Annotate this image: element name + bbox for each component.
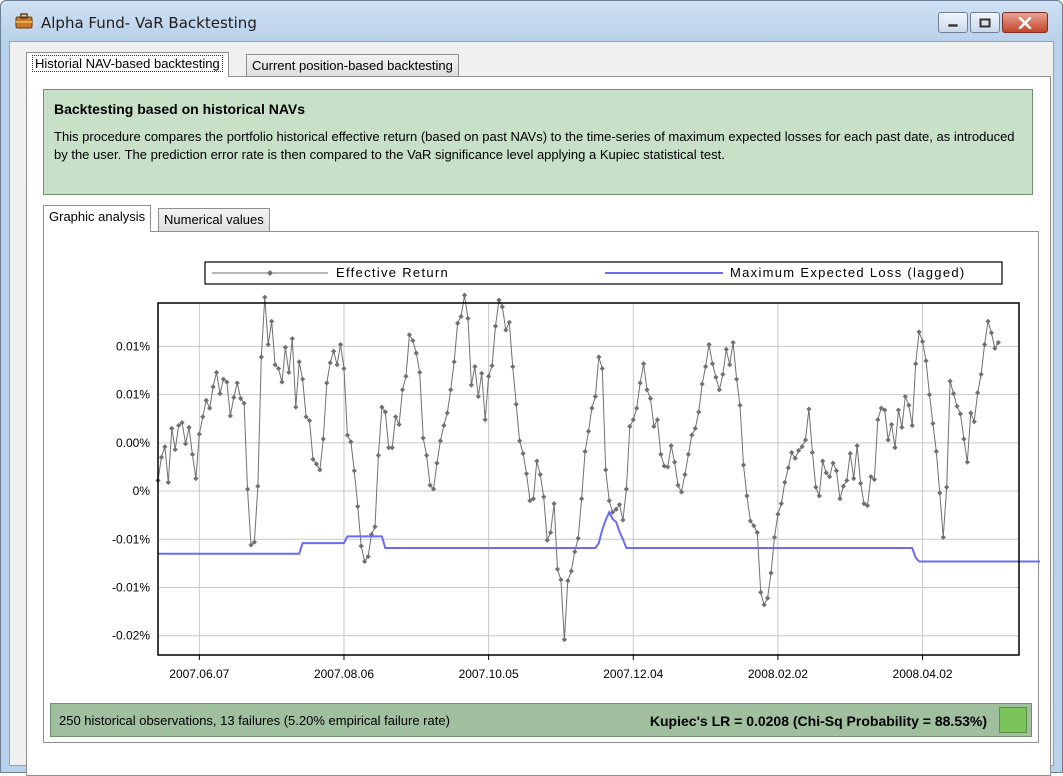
tab-historical-nav-label: Historial NAV-based backtesting	[32, 55, 223, 72]
tab-numerical-values-label: Numerical values	[164, 212, 264, 227]
y-tick-label: -0.01%	[112, 532, 150, 546]
y-tick-label: -0.01%	[112, 580, 150, 594]
x-tick-label: 2007.10.05	[459, 667, 519, 681]
app-window: Alpha Fund- VaR Backtesting Historial NA…	[0, 0, 1063, 776]
tab-historical-nav[interactable]: Historial NAV-based backtesting	[26, 52, 229, 77]
client-area: Historial NAV-based backtesting Current …	[9, 41, 1054, 776]
minimize-icon	[947, 23, 959, 27]
maximize-icon	[979, 18, 991, 27]
tab-numerical-values[interactable]: Numerical values	[158, 208, 270, 231]
kupiec-result: Kupiec's LR = 0.0208 (Chi-Sq Probability…	[649, 713, 987, 729]
title-bar[interactable]: Alpha Fund- VaR Backtesting	[1, 1, 1062, 41]
status-bar: 250 historical observations, 13 failures…	[50, 703, 1032, 737]
tab-current-position[interactable]: Current position-based backtesting	[246, 54, 459, 76]
y-tick-label: 0%	[133, 484, 151, 498]
historical-nav-tab-page: Backtesting based on historical NAVs Thi…	[26, 76, 1051, 776]
legend-effective-return-label: Effective Return	[336, 265, 449, 280]
test-result-indicator	[999, 707, 1027, 733]
maximize-button[interactable]	[970, 12, 1000, 33]
y-tick-label: -0.02%	[112, 629, 150, 643]
effective-return-point	[461, 292, 468, 298]
x-tick-label: 2007.12.04	[603, 667, 663, 681]
briefcase-icon	[15, 13, 33, 29]
effective-return-point	[496, 297, 502, 303]
x-tick-label: 2007.06.07	[169, 667, 229, 681]
effective-return-point	[262, 294, 268, 300]
legend-max-loss-label: Maximum Expected Loss (lagged)	[730, 265, 966, 280]
info-description: This procedure compares the portfolio hi…	[54, 129, 1015, 162]
observations-summary: 250 historical observations, 13 failures…	[59, 713, 450, 728]
y-tick-label: 0.00%	[116, 436, 150, 450]
close-button[interactable]	[1002, 12, 1048, 33]
plot-area	[158, 303, 1019, 655]
minimize-button[interactable]	[938, 12, 968, 33]
info-panel: Backtesting based on historical NAVs Thi…	[43, 89, 1033, 195]
tab-current-position-label: Current position-based backtesting	[252, 58, 453, 73]
y-tick-label: 0.01%	[116, 388, 150, 402]
tab-graphic-analysis-label: Graphic analysis	[49, 209, 146, 224]
tab-graphic-analysis[interactable]: Graphic analysis	[43, 205, 152, 232]
graphic-analysis-page: 0.01% 0.01% 0.00% 0% -0.01% -0.01% -0.02% 2007.…	[43, 231, 1040, 743]
info-title: Backtesting based on historical NAVs	[54, 101, 306, 117]
backtesting-chart: 0.01% 0.01% 0.00% 0% -0.01% -0.01% -0.02% 2007.…	[112, 261, 1040, 681]
close-icon	[1018, 16, 1032, 29]
x-tick-label: 2008.02.02	[748, 667, 808, 681]
y-tick-label: 0.01%	[116, 339, 150, 353]
x-tick-label: 2008.04.02	[893, 667, 953, 681]
x-tick-label: 2007.08.06	[314, 667, 374, 681]
window-title: Alpha Fund- VaR Backtesting	[41, 14, 257, 32]
